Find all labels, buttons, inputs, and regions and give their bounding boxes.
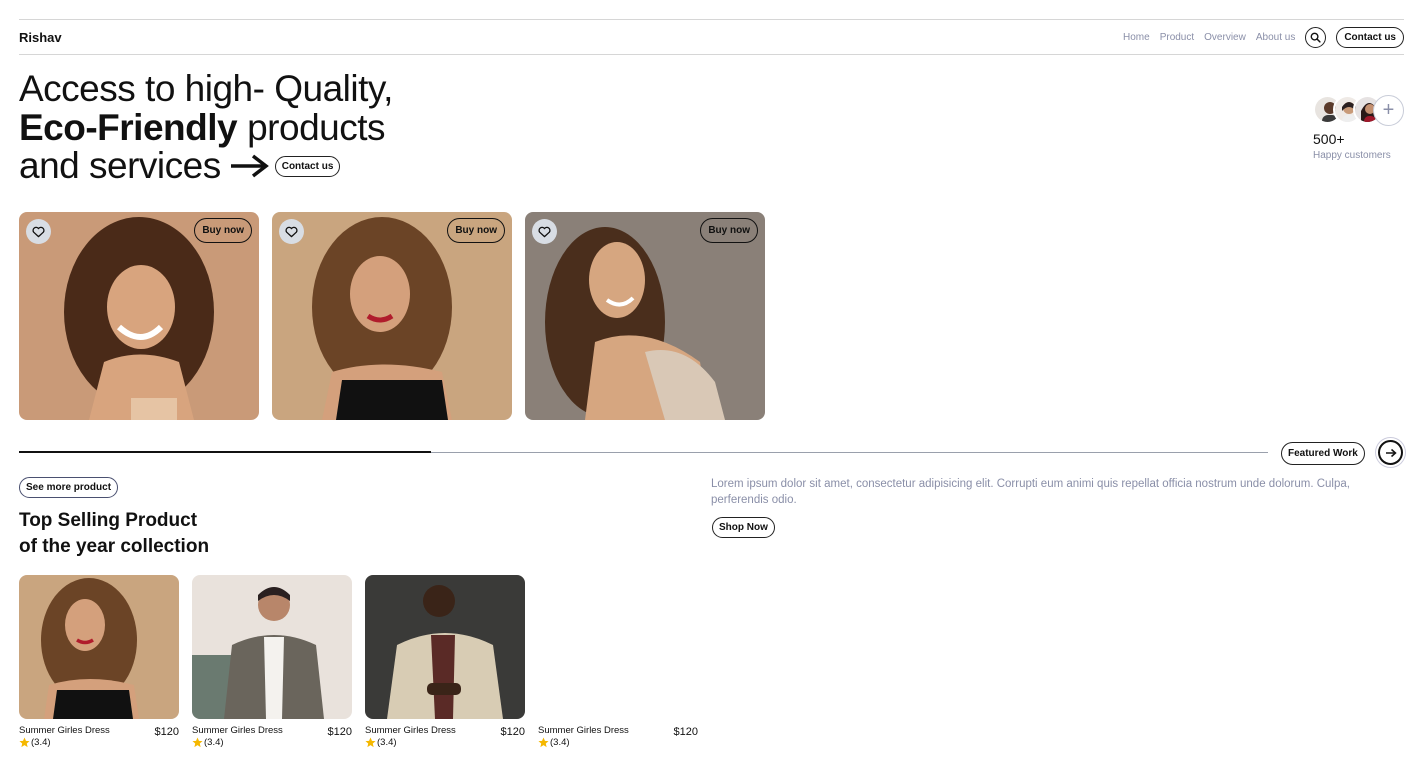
hero-contact-button[interactable]: Contact us — [274, 155, 341, 177]
featured-work-button[interactable]: Featured Work — [1281, 442, 1365, 465]
section-description: Lorem ipsum dolor sit amet, consectetur … — [711, 478, 1350, 506]
featured-work: Featured Work — [1281, 442, 1365, 465]
nav-overview[interactable]: Overview — [1204, 32, 1246, 43]
heart-icon — [538, 226, 551, 237]
product-card[interactable]: Buy now — [19, 212, 259, 420]
product-rating: (3.4) — [365, 737, 456, 748]
see-more-product-button[interactable]: See more product — [19, 477, 119, 498]
favorite-button[interactable] — [26, 219, 51, 244]
model-photo — [525, 212, 765, 420]
next-slide-button[interactable] — [1378, 440, 1403, 465]
product-image — [19, 575, 179, 719]
shop-now-wrapper: Shop Now — [712, 517, 775, 538]
product-rating: (3.4) — [192, 737, 283, 748]
product-price: $120 — [154, 726, 179, 738]
hero-line-2: Eco-Friendly products — [19, 106, 439, 148]
rating-value: (3.4) — [550, 737, 570, 748]
product-name: Summer Girles Dress — [538, 725, 629, 736]
nav-product[interactable]: Product — [1160, 32, 1194, 43]
customer-count: 500+ — [1313, 131, 1345, 147]
header-contact-button[interactable]: Contact us — [1336, 26, 1404, 48]
search-button[interactable] — [1305, 26, 1327, 48]
hero-heading: Access to high- Quality, Eco-Friendly pr… — [19, 68, 439, 186]
rating-value: (3.4) — [31, 737, 51, 748]
heart-icon — [285, 226, 298, 237]
site-header: Rishav Home Product Overview About us Co… — [19, 20, 1404, 55]
section-title: Top Selling Product of the year collecti… — [19, 508, 209, 560]
customer-label: Happy customers — [1313, 150, 1391, 161]
favorite-button[interactable] — [279, 219, 304, 244]
rating-value: (3.4) — [377, 737, 397, 748]
section-title-line-1: Top Selling Product — [19, 510, 198, 531]
section-title-line-2: of the year collection — [19, 536, 210, 557]
search-icon — [1310, 32, 1321, 43]
hero-bold-text: Eco-Friendly — [19, 106, 238, 148]
star-icon — [192, 737, 203, 748]
main-nav: Home Product Overview About us Contact u… — [1123, 26, 1404, 48]
see-more-wrapper: See more product — [19, 477, 119, 498]
shop-now-button[interactable]: Shop Now — [712, 517, 775, 538]
buy-now-button[interactable]: Buy now — [447, 218, 505, 243]
hero-line-1: Access to high- Quality, — [19, 68, 393, 109]
product-item[interactable]: Summer Girles Dress (3.4) $120 — [365, 575, 525, 748]
add-customer-icon[interactable]: + — [1373, 95, 1404, 126]
star-icon — [365, 737, 376, 748]
product-price: $120 — [327, 726, 352, 738]
star-icon — [19, 737, 30, 748]
arrow-right-icon — [1385, 448, 1397, 457]
brand-logo[interactable]: Rishav — [19, 30, 62, 45]
hero-line-2-rest: products — [247, 106, 386, 148]
product-name: Summer Girles Dress — [192, 725, 283, 736]
avatar-group: + — [1313, 95, 1413, 126]
model-photo — [19, 212, 259, 420]
product-card[interactable]: Buy now — [272, 212, 512, 420]
product-price: $120 — [500, 726, 525, 738]
product-item[interactable]: Summer Girles Dress (3.4) $120 — [538, 575, 698, 748]
nav-home[interactable]: Home — [1123, 32, 1150, 43]
happy-customers: + 500+ Happy customers — [1313, 95, 1413, 161]
product-item[interactable]: Summer Girles Dress (3.4) $120 — [192, 575, 352, 748]
product-item[interactable]: Summer Girles Dress (3.4) $120 — [19, 575, 179, 748]
star-icon — [538, 737, 549, 748]
product-rating: (3.4) — [19, 737, 110, 748]
product-name: Summer Girles Dress — [19, 725, 110, 736]
product-card[interactable]: Buy now — [525, 212, 765, 420]
hero-line-3: and services Contact us — [19, 145, 439, 186]
buy-now-button[interactable]: Buy now — [194, 218, 252, 243]
product-name: Summer Girles Dress — [365, 725, 456, 736]
product-price: $120 — [673, 726, 698, 738]
product-rating: (3.4) — [538, 737, 629, 748]
slider-progress — [19, 451, 431, 453]
arrow-right-icon — [229, 153, 269, 179]
nav-about-us[interactable]: About us — [1256, 32, 1295, 43]
model-photo — [272, 212, 512, 420]
hero-line-3-text: and services — [19, 145, 221, 186]
product-image — [365, 575, 525, 719]
heart-icon — [32, 226, 45, 237]
buy-now-button[interactable]: Buy now — [700, 218, 758, 243]
rating-value: (3.4) — [204, 737, 224, 748]
product-image — [192, 575, 352, 719]
product-image — [538, 575, 698, 719]
favorite-button[interactable] — [532, 219, 557, 244]
